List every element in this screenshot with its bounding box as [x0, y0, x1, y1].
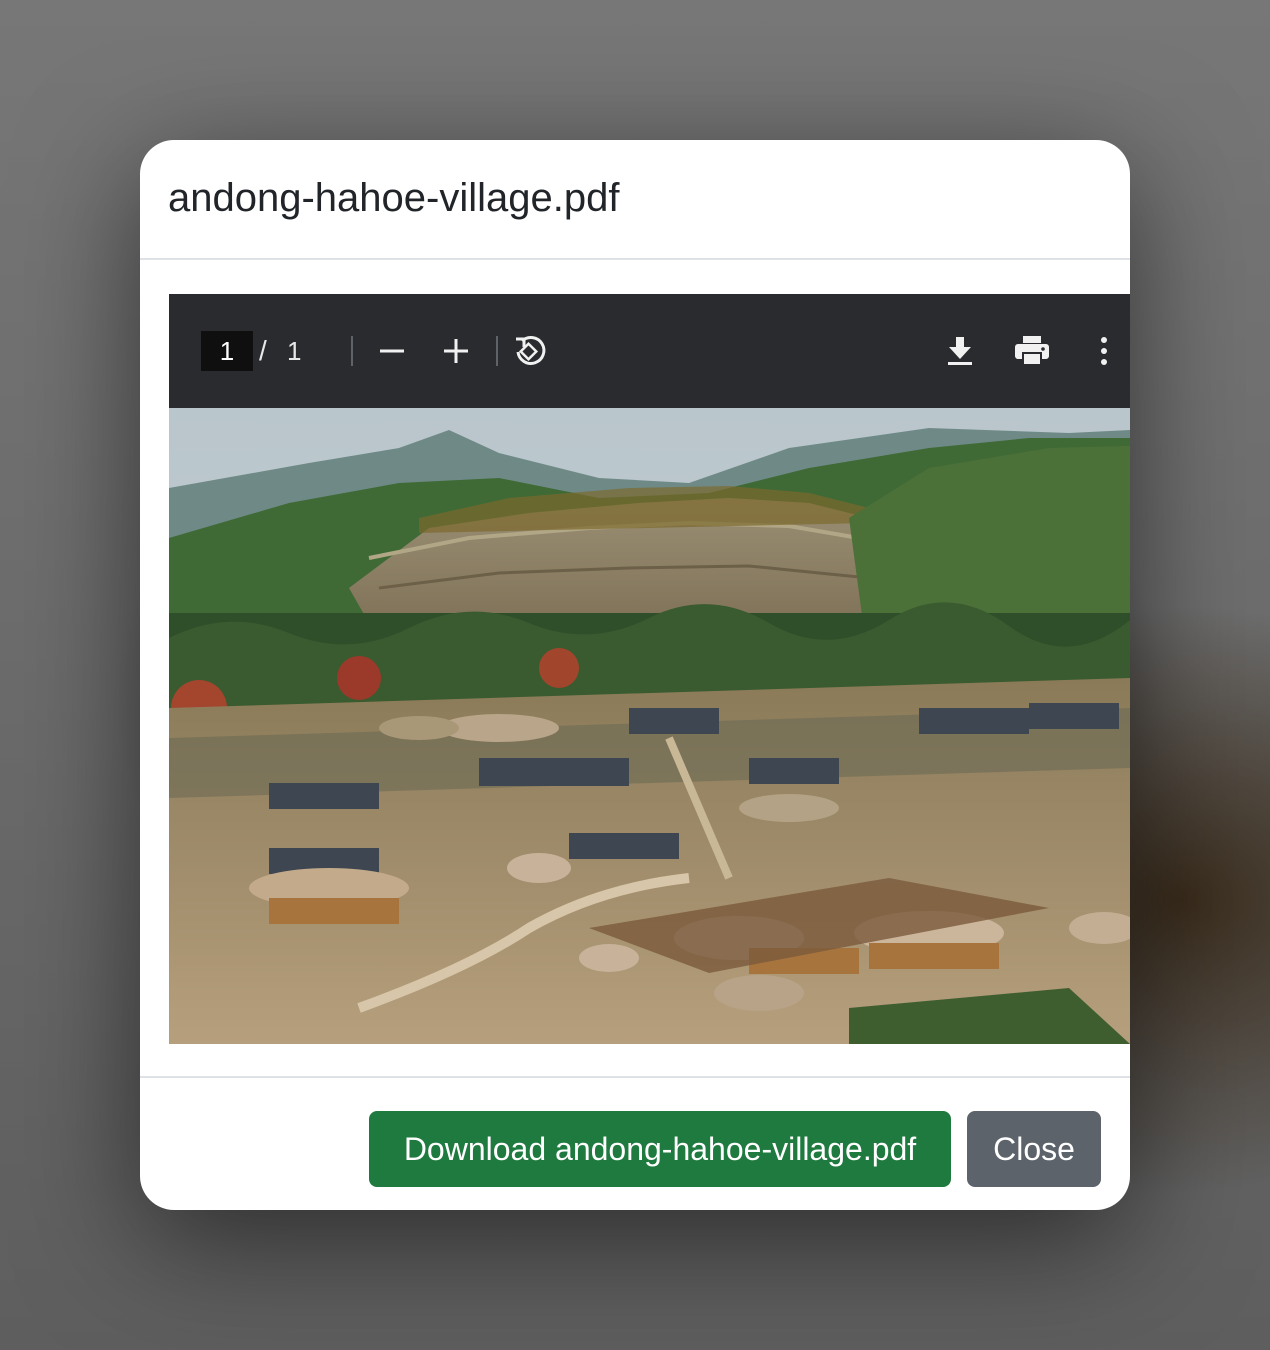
- pdf-preview-modal: andong-hahoe-village.pdf / 1: [140, 140, 1130, 1210]
- download-pdf-button[interactable]: Download andong-hahoe-village.pdf: [369, 1111, 951, 1187]
- more-options-button[interactable]: [1080, 327, 1128, 375]
- modal-title: andong-hahoe-village.pdf: [168, 176, 620, 220]
- toolbar-divider: [496, 336, 498, 366]
- more-options-icon: [1101, 337, 1107, 365]
- village-landscape-image: [169, 408, 1130, 1044]
- download-toolbar-button[interactable]: [936, 327, 984, 375]
- page-number-input[interactable]: [201, 331, 253, 371]
- zoom-out-icon: [380, 349, 404, 353]
- modal-footer: Download andong-hahoe-village.pdf Close: [140, 1076, 1130, 1210]
- close-button[interactable]: Close: [967, 1111, 1101, 1187]
- zoom-in-button[interactable]: [432, 327, 480, 375]
- rotate-icon: [516, 336, 546, 365]
- download-icon: [948, 337, 972, 365]
- pdf-viewer: / 1: [169, 294, 1130, 1044]
- pdf-page: [169, 408, 1130, 1044]
- zoom-in-icon: [444, 339, 468, 363]
- page-separator: /: [259, 335, 267, 366]
- zoom-out-button[interactable]: [368, 327, 416, 375]
- modal-header: andong-hahoe-village.pdf: [140, 140, 1130, 260]
- pdf-toolbar: / 1: [169, 294, 1130, 408]
- rotate-button[interactable]: [506, 327, 554, 375]
- print-button[interactable]: [1008, 327, 1056, 375]
- print-icon: [1015, 336, 1049, 366]
- total-pages: 1: [287, 336, 302, 366]
- toolbar-divider: [351, 336, 353, 366]
